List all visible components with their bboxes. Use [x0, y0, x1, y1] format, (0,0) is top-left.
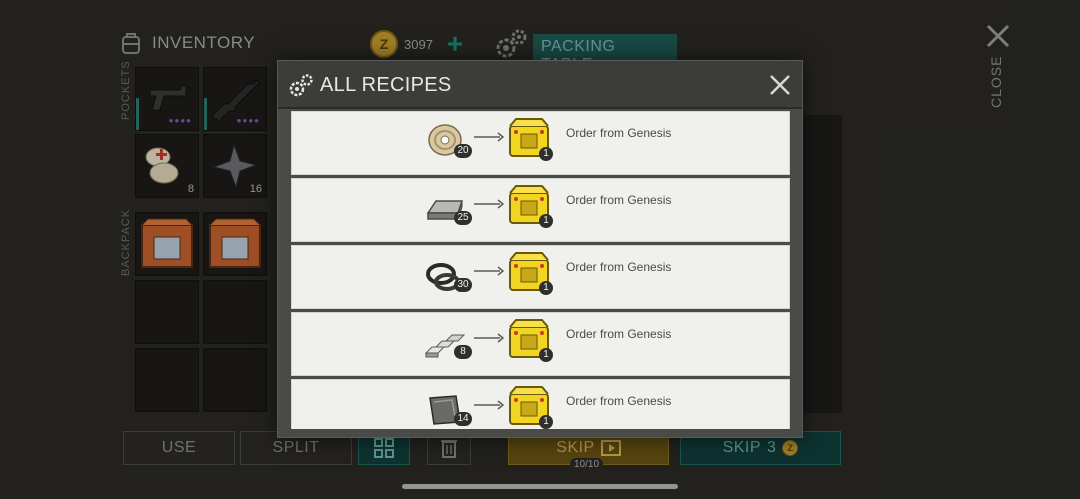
- result-count: 1: [539, 348, 553, 362]
- arrow-right-icon: [474, 199, 504, 209]
- recipe-name: Order from Genesis: [566, 126, 672, 140]
- recipe-row[interactable]: 20 1 Order from Genesis: [291, 111, 790, 175]
- ingredient-count: 20: [454, 144, 472, 158]
- recipe-name: Order from Genesis: [566, 327, 672, 341]
- arrow-right-icon: [474, 132, 504, 142]
- ingredient-count: 8: [454, 345, 472, 359]
- recipe-row[interactable]: 25 1 Order from Genesis: [291, 178, 790, 242]
- aluminum-ingot-icon: [424, 334, 466, 358]
- arrow-right-icon: [474, 266, 504, 276]
- result-count: 1: [539, 415, 553, 429]
- recipe-name: Order from Genesis: [566, 193, 672, 207]
- gears-icon: [289, 74, 313, 97]
- recipe-row[interactable]: 14 1 Order from Genesis: [291, 379, 790, 429]
- recipe-name: Order from Genesis: [566, 260, 672, 274]
- result-count: 1: [539, 281, 553, 295]
- modal-title: ALL RECIPES: [320, 74, 452, 96]
- ingredient-count: 14: [454, 412, 472, 426]
- recipe-list[interactable]: 20 1 Order from Genesis 25 1 Order from …: [290, 111, 792, 429]
- recipe-name: Order from Genesis: [566, 394, 672, 408]
- arrow-right-icon: [474, 400, 504, 410]
- result-count: 1: [539, 214, 553, 228]
- wire-spool-icon: [428, 124, 462, 156]
- ingredient-count: 25: [454, 211, 472, 225]
- modal-header: ALL RECIPES: [278, 61, 802, 109]
- close-icon[interactable]: [768, 73, 792, 97]
- arrow-right-icon: [474, 333, 504, 343]
- metal-bar-icon: [426, 200, 464, 220]
- ingredient-count: 30: [454, 278, 472, 292]
- result-count: 1: [539, 147, 553, 161]
- recipe-row[interactable]: 30 1 Order from Genesis: [291, 245, 790, 309]
- recipes-modal: ALL RECIPES 20 1 Order from Genesis 25 1…: [277, 60, 803, 438]
- recipe-row[interactable]: 8 1 Order from Genesis: [291, 312, 790, 376]
- rubber-ring-icon: [426, 263, 460, 291]
